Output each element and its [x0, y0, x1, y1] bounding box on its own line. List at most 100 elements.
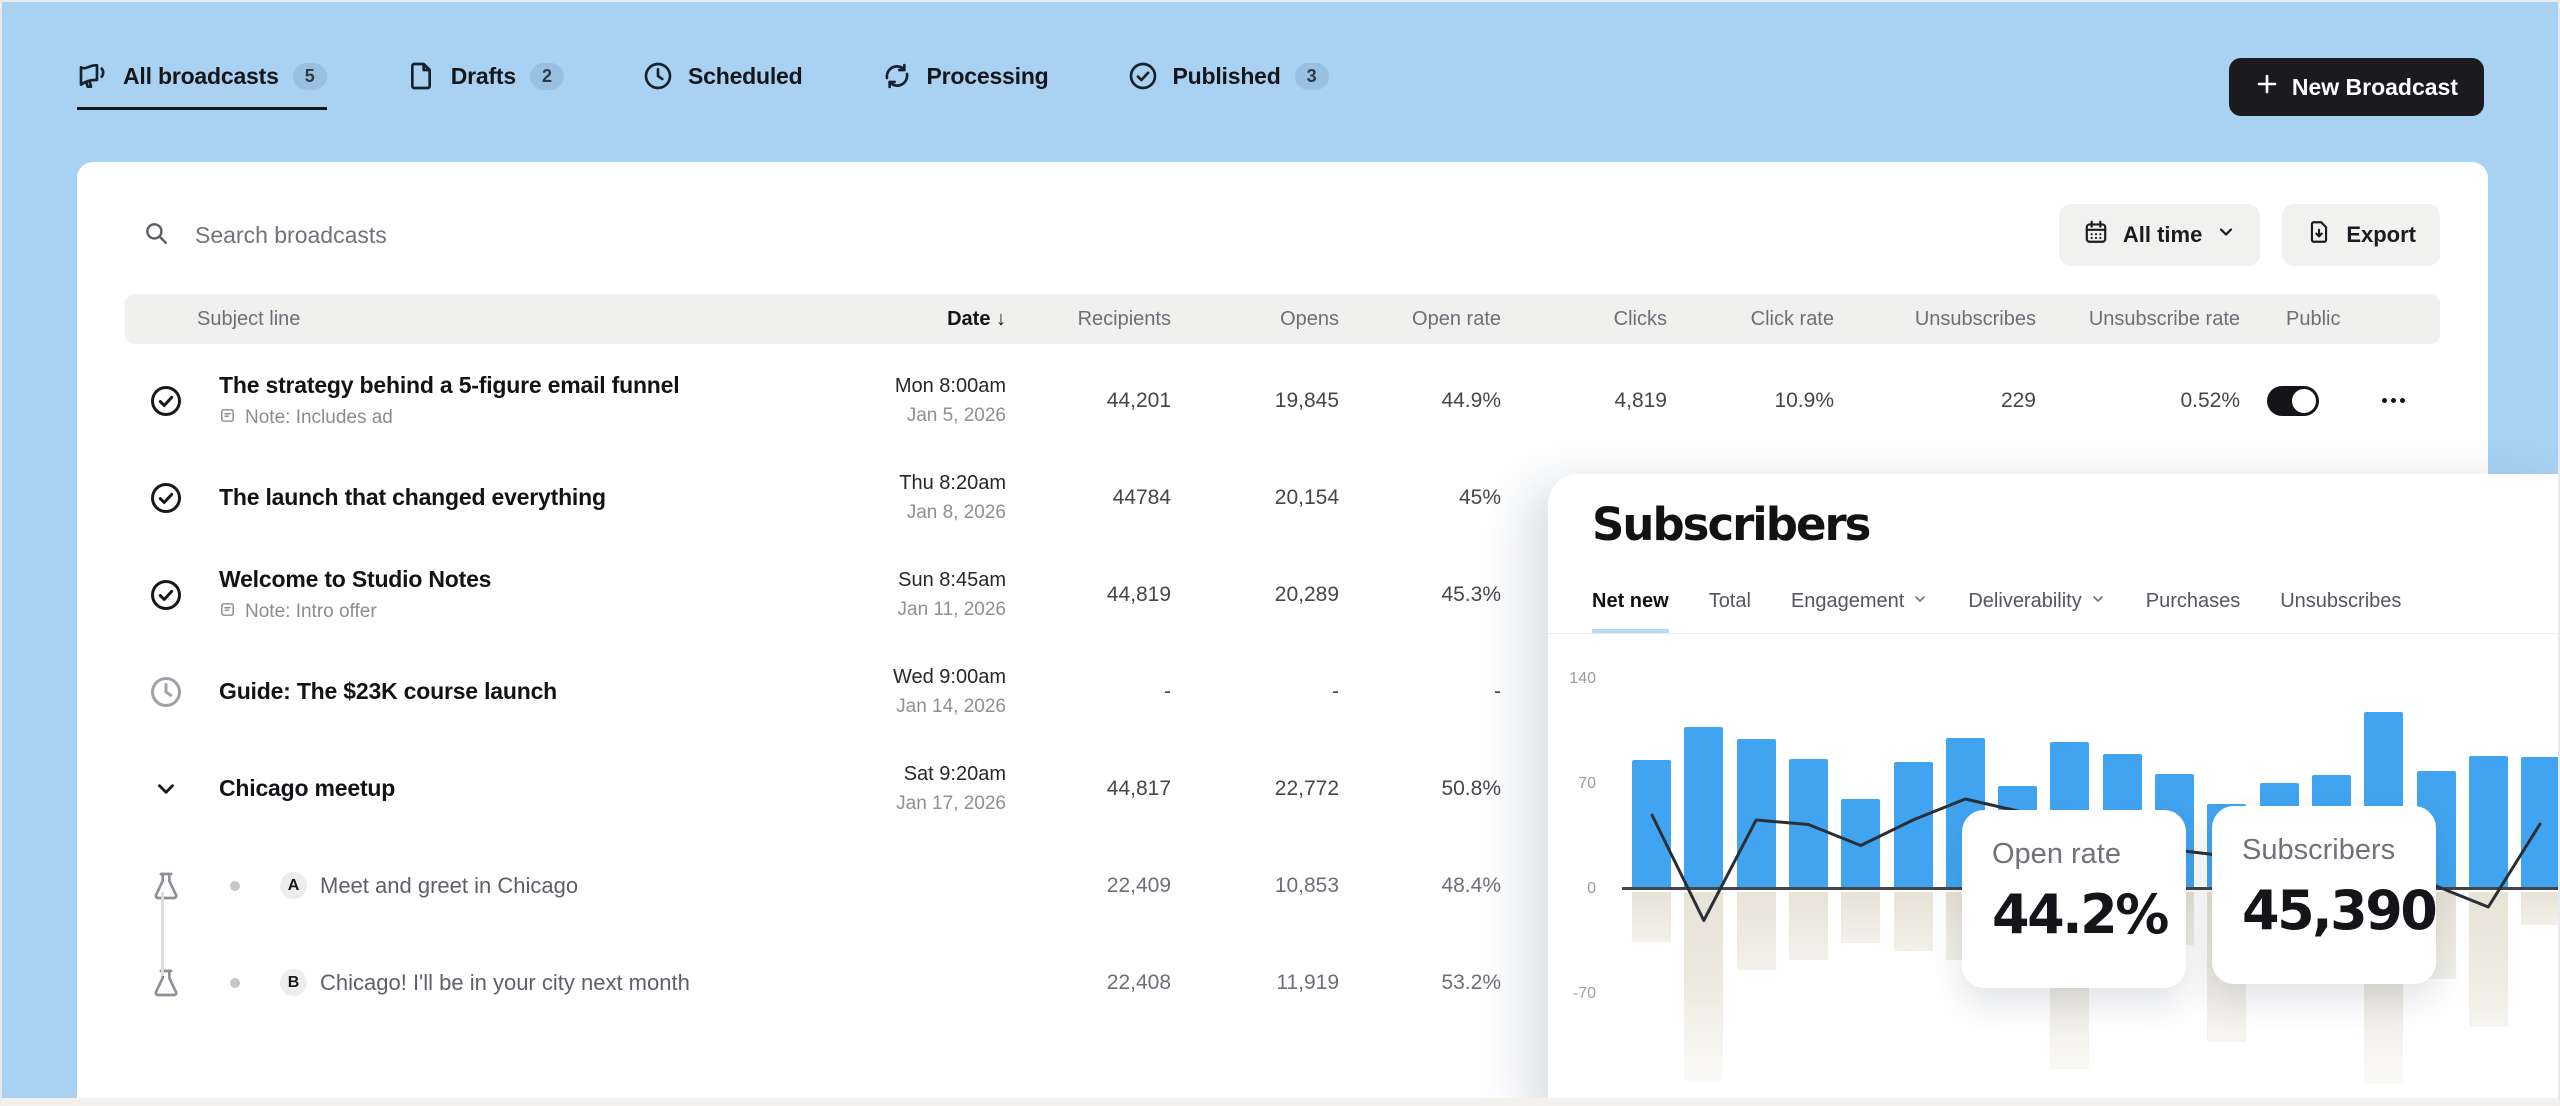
toolbar-right: All time Export	[2059, 204, 2440, 266]
column-header-date[interactable]: Date ↓	[771, 308, 1006, 331]
column-header-opens[interactable]: Opens	[1171, 308, 1339, 331]
table-header: Subject lineDate ↓RecipientsOpensOpen ra…	[125, 294, 2440, 344]
date-day: Jan 14, 2026	[771, 696, 1006, 718]
column-header-click-rate[interactable]: Click rate	[1667, 308, 1834, 331]
column-header-clicks[interactable]: Clicks	[1501, 308, 1667, 331]
row-menu-button[interactable]	[2346, 398, 2440, 403]
date-day: Jan 8, 2026	[771, 502, 1006, 524]
new-broadcast-button[interactable]: New Broadcast	[2229, 58, 2484, 116]
tab-count-badge: 2	[530, 63, 564, 90]
open-rate-value: 45%	[1339, 486, 1501, 510]
tab-label: Drafts	[451, 63, 516, 90]
table-toolbar: All time Export	[125, 204, 2440, 266]
date-time: Sun 8:45am	[771, 569, 1006, 592]
subject-cell: AMeet and greet in Chicago	[197, 872, 771, 899]
stat-card-value: 45,390	[2242, 879, 2436, 942]
date-time: Thu 8:20am	[771, 472, 1006, 495]
subject-line: Meet and greet in Chicago	[320, 873, 578, 899]
opens-value: 19,845	[1171, 389, 1339, 413]
open-rate-value: 50.8%	[1339, 777, 1501, 801]
column-header-unsubscribes[interactable]: Unsubscribes	[1834, 308, 2036, 331]
megaphone-icon	[77, 60, 109, 92]
public-toggle[interactable]	[2267, 386, 2319, 416]
stat-card-label: Open rate	[1992, 838, 2186, 871]
date-filter-button[interactable]: All time	[2059, 204, 2260, 266]
subscribers-tab-engagement[interactable]: Engagement	[1791, 590, 1928, 633]
collapse-chevron-icon[interactable]	[125, 776, 197, 802]
table-row[interactable]: The strategy behind a 5-figure email fun…	[125, 352, 2440, 449]
recipients-value: 44,201	[1006, 389, 1171, 413]
date-filter-label: All time	[2123, 222, 2202, 248]
recipients-value: -	[1006, 680, 1171, 704]
check-circle-icon	[1127, 60, 1159, 92]
subscribers-tab-purchases[interactable]: Purchases	[2146, 590, 2241, 633]
date-time: Sat 9:20am	[771, 763, 1006, 786]
note-text: Note: Includes ad	[245, 407, 393, 429]
public-cell	[2240, 386, 2346, 416]
new-broadcast-label: New Broadcast	[2292, 74, 2458, 101]
date-day: Jan 11, 2026	[771, 599, 1006, 621]
tab-processing[interactable]: Processing	[881, 60, 1049, 110]
recipients-value: 44,819	[1006, 583, 1171, 607]
opens-value: 22,772	[1171, 777, 1339, 801]
export-button[interactable]: Export	[2282, 204, 2440, 266]
sync-icon	[881, 60, 913, 92]
chevron-down-icon	[2216, 222, 2236, 248]
date-cell: Sat 9:20am Jan 17, 2026	[771, 763, 1006, 815]
recipients-value: 44,817	[1006, 777, 1171, 801]
date-day: Jan 17, 2026	[771, 793, 1006, 815]
clicks-value: 4,819	[1501, 389, 1667, 413]
subject-line: Chicago! I'll be in your city next month	[320, 970, 690, 996]
tab-all-broadcasts[interactable]: All broadcasts5	[77, 60, 327, 110]
click-rate-value: 10.9%	[1667, 389, 1834, 413]
search-input[interactable]	[195, 222, 715, 249]
note-icon	[219, 407, 236, 430]
page: All broadcasts5 Drafts 2 Scheduled Processin…	[0, 0, 2560, 1106]
column-header-recipients[interactable]: Recipients	[1006, 308, 1171, 331]
subject-note: Note: Includes ad	[219, 407, 771, 430]
tab-count-badge: 3	[1295, 63, 1329, 90]
stat-card-open-rate: Open rate44.2%	[1962, 810, 2186, 988]
subject-cell: Guide: The $23K course launch	[197, 678, 771, 705]
published-status-icon	[125, 577, 197, 613]
column-header-public[interactable]: Public	[2240, 308, 2346, 331]
tab-label: Scheduled	[688, 63, 803, 90]
subscribers-tabs: Net new Total Engagement Deliverability Purc…	[1548, 570, 2560, 634]
subject-cell: B Chicago! I'll be in your city next mont…	[197, 969, 771, 996]
opens-value: 10,853	[1171, 874, 1339, 898]
subject-line: Guide: The $23K course launch	[219, 678, 771, 705]
stat-card-subscribers: Subscribers 45,390	[2212, 806, 2436, 984]
calendar-icon	[2083, 219, 2109, 251]
date-time: Wed 9:00am	[771, 666, 1006, 689]
subscribers-tab-label: Engagement	[1791, 590, 1904, 613]
opens-value: 20,154	[1171, 486, 1339, 510]
variant-connector-dot	[230, 978, 240, 988]
column-header-open-rate[interactable]: Open rate	[1339, 308, 1501, 331]
subscribers-tab-total[interactable]: Total	[1709, 590, 1751, 633]
subscribers-tab-net-new[interactable]: Net new	[1592, 590, 1669, 633]
recipients-value: 44784	[1006, 486, 1171, 510]
variant-connector-line	[161, 892, 164, 976]
recipients-value: 22,408	[1006, 971, 1171, 995]
published-status-icon	[125, 480, 197, 516]
search-box[interactable]	[143, 204, 743, 266]
tab-published[interactable]: Published3	[1127, 60, 1329, 110]
tab-scheduled[interactable]: Scheduled	[642, 60, 803, 110]
subscribers-tab-label: Unsubscribes	[2280, 590, 2401, 613]
tab-drafts[interactable]: Drafts 2	[405, 60, 564, 110]
published-status-icon	[125, 383, 197, 419]
column-header-subject-line[interactable]: Subject line	[197, 308, 771, 331]
broadcast-tabs: All broadcasts5 Drafts 2 Scheduled Processin…	[77, 60, 1329, 110]
subject-line: Welcome to Studio Notes	[219, 566, 771, 593]
subscribers-tab-unsubscribes[interactable]: Unsubscribes	[2280, 590, 2401, 633]
subscribers-tab-deliverability[interactable]: Deliverability	[1968, 590, 2105, 633]
subscribers-panel-title: Subscribers	[1592, 498, 1869, 551]
subject-cell: The strategy behind a 5-figure email fun…	[197, 372, 771, 430]
column-header-unsubscribe-rate[interactable]: Unsubscribe rate	[2036, 308, 2240, 331]
tab-label: Processing	[927, 63, 1049, 90]
recipients-value: 22,409	[1006, 874, 1171, 898]
stat-card-label: Subscribers	[2242, 834, 2436, 867]
subject-cell: The launch that changed everything	[197, 484, 771, 511]
variant-badge: B	[280, 969, 307, 996]
open-rate-value: 44.9%	[1339, 389, 1501, 413]
